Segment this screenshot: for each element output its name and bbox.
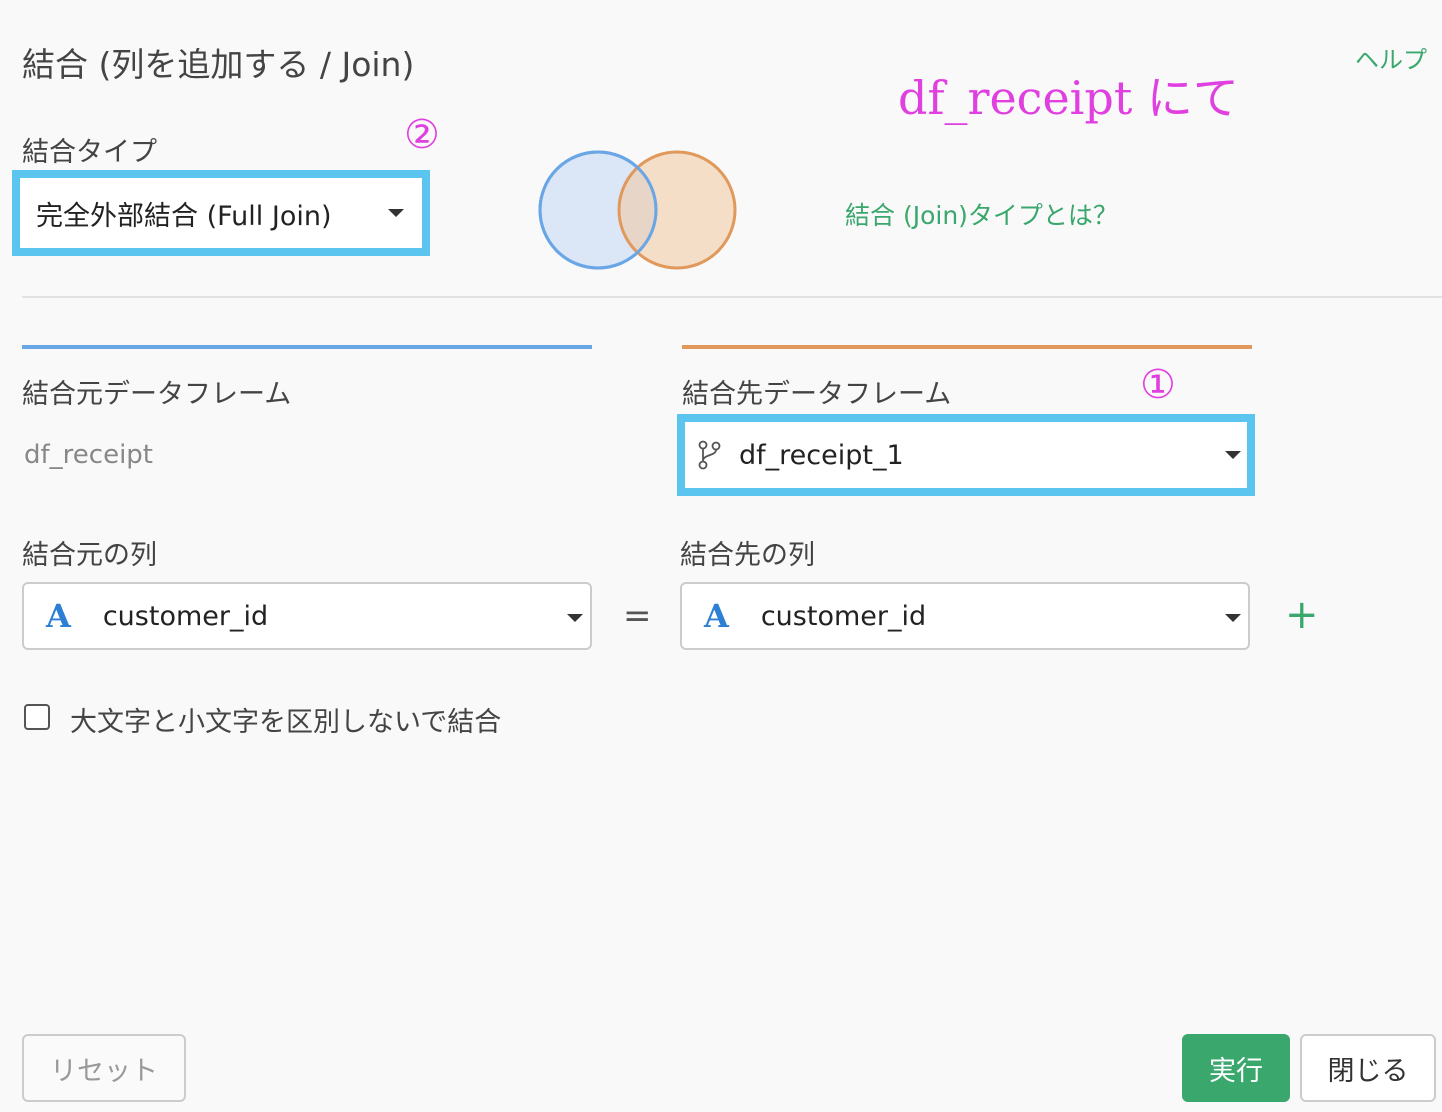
branch-icon [698, 440, 721, 470]
string-type-icon: A [704, 597, 729, 635]
string-type-icon: A [46, 597, 71, 635]
target-frame-select-value: df_receipt_1 [739, 439, 904, 471]
divider [22, 296, 1442, 298]
join-type-highlight: 完全外部結合 (Full Join) [12, 170, 430, 256]
chevron-down-icon [1225, 451, 1241, 459]
annotation-text: df_receipt にて [898, 71, 1239, 125]
target-frame-label: 結合先データフレーム [682, 379, 952, 410]
add-key-button[interactable]: + [1285, 592, 1319, 638]
venn-diagram-icon [538, 150, 737, 270]
annotation-marker-1: ① [1140, 362, 1176, 408]
venn-right-circle [617, 150, 737, 270]
annotation-marker-2: ② [404, 112, 440, 158]
target-column-select-value: customer_id [760, 600, 927, 632]
chevron-down-icon [1225, 614, 1241, 622]
source-column-label: 結合元の列 [22, 540, 157, 571]
chevron-down-icon [388, 209, 404, 217]
join-type-info-link[interactable]: 結合 (Join)タイプとは？ [845, 196, 1118, 232]
help-link[interactable]: ヘルプ [1355, 40, 1427, 75]
run-button[interactable]: 実行 [1182, 1034, 1290, 1102]
target-frame-highlight: df_receipt_1 [677, 414, 1255, 496]
join-type-label: 結合タイプ [22, 137, 157, 168]
dialog-title: 結合 (列を追加する / Join) [22, 45, 415, 84]
target-column-select[interactable]: A customer_id [680, 582, 1250, 650]
source-column-select-value: customer_id [102, 600, 269, 632]
source-column-select[interactable]: A customer_id [22, 582, 592, 650]
source-frame-label: 結合元データフレーム [22, 379, 292, 410]
reset-button[interactable]: リセット [22, 1034, 186, 1102]
target-frame-select[interactable]: df_receipt_1 [685, 422, 1247, 488]
join-type-select-value: 完全外部結合 (Full Join) [36, 200, 332, 232]
join-type-select[interactable]: 完全外部結合 (Full Join) [20, 178, 422, 248]
close-button[interactable]: 閉じる [1300, 1034, 1436, 1102]
target-accent-bar [682, 345, 1252, 349]
source-accent-bar [22, 345, 592, 349]
case-insensitive-checkbox[interactable] [24, 704, 50, 730]
case-insensitive-label[interactable]: 大文字と小文字を区別しないで結合 [70, 700, 501, 739]
chevron-down-icon [567, 614, 583, 622]
source-frame-value: df_receipt [24, 440, 153, 470]
target-column-label: 結合先の列 [680, 540, 815, 571]
equals-sign: = [623, 596, 652, 636]
